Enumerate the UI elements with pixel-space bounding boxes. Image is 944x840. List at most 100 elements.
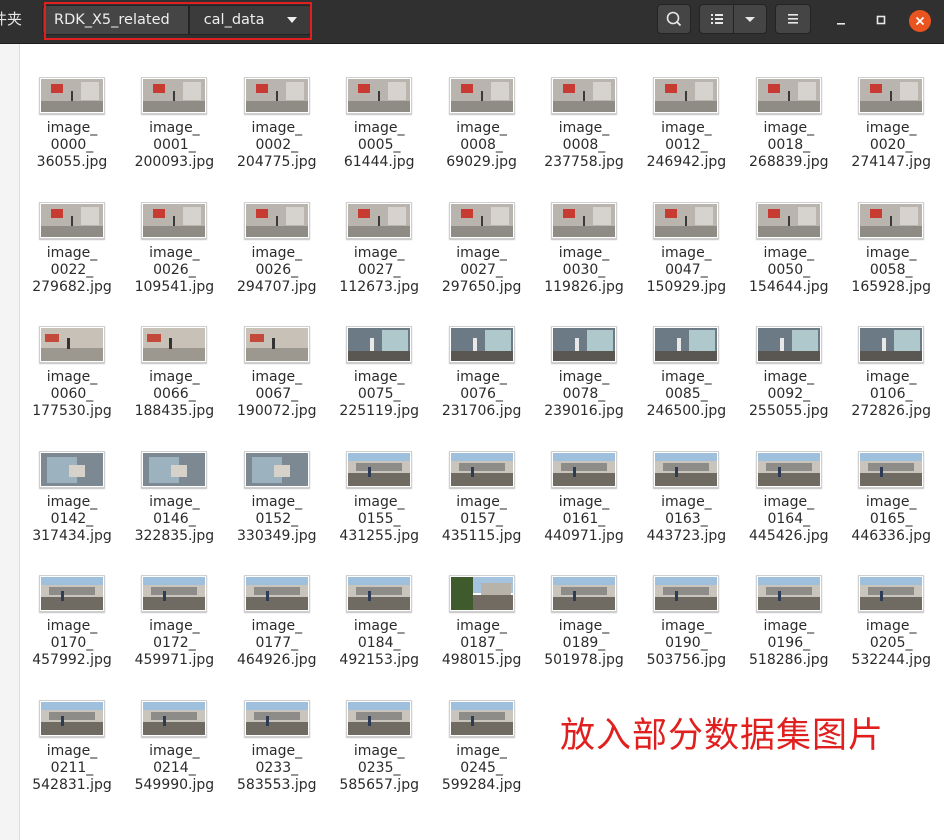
file-thumbnail xyxy=(858,77,925,114)
file-thumbnail xyxy=(448,77,515,114)
list-view-button[interactable] xyxy=(700,5,733,33)
file-item[interactable]: image_ 0142_ 317434.jpg xyxy=(28,450,116,545)
file-name: image_ 0157_ 435115.jpg xyxy=(441,493,522,544)
file-item[interactable]: image_ 0001_ 200093.jpg xyxy=(130,77,218,171)
file-name: image_ 0152_ 330349.jpg xyxy=(237,493,317,544)
hamburger-menu-icon xyxy=(788,14,798,24)
file-name: image_ 0050_ 154644.jpg xyxy=(749,244,829,295)
file-thumbnail xyxy=(39,575,105,612)
main-menu-button[interactable] xyxy=(775,4,811,34)
file-name: image_ 0187_ 498015.jpg xyxy=(441,618,522,668)
file-item[interactable]: image_ 0205_ 532244.jpg xyxy=(847,575,935,669)
file-name: image_ 0155_ 431255.jpg xyxy=(339,493,419,544)
file-item[interactable]: image_ 0058_ 165928.jpg xyxy=(847,201,935,296)
file-item[interactable]: image_ 0078_ 239016.jpg xyxy=(540,326,628,420)
file-item[interactable]: image_ 0235_ 585657.jpg xyxy=(335,699,423,794)
file-thumbnail xyxy=(346,450,413,488)
file-item[interactable]: image_ 0075_ 225119.jpg xyxy=(335,326,423,420)
file-item[interactable]: image_ 0020_ 274147.jpg xyxy=(847,77,935,171)
close-button[interactable] xyxy=(909,10,931,32)
file-item[interactable]: image_ 0211_ 542831.jpg xyxy=(28,699,116,794)
file-name: image_ 0075_ 225119.jpg xyxy=(339,369,419,419)
file-name: image_ 0190_ 503756.jpg xyxy=(646,618,727,668)
file-thumbnail xyxy=(141,326,208,363)
file-item[interactable]: image_ 0164_ 445426.jpg xyxy=(745,450,833,545)
file-name: image_ 0106_ 272826.jpg xyxy=(851,369,931,419)
file-item[interactable]: image_ 0189_ 501978.jpg xyxy=(540,575,628,669)
file-item[interactable]: image_ 0190_ 503756.jpg xyxy=(642,575,730,669)
file-name: image_ 0211_ 542831.jpg xyxy=(32,742,112,793)
file-item[interactable]: image_ 0027_ 112673.jpg xyxy=(335,201,423,296)
file-thumbnail xyxy=(551,575,617,612)
file-thumbnail xyxy=(858,326,925,363)
file-thumbnail xyxy=(243,699,310,737)
file-item[interactable]: image_ 0245_ 599284.jpg xyxy=(438,699,526,794)
file-item[interactable]: image_ 0060_ 177530.jpg xyxy=(28,326,116,420)
file-thumbnail xyxy=(346,575,413,612)
file-item[interactable]: image_ 0000_ 36055.jpg xyxy=(28,77,116,171)
file-item[interactable]: image_ 0146_ 322835.jpg xyxy=(130,450,218,545)
file-name: image_ 0058_ 165928.jpg xyxy=(851,244,931,295)
file-item[interactable]: image_ 0106_ 272826.jpg xyxy=(847,326,935,420)
file-item[interactable]: image_ 0008_ 69029.jpg xyxy=(438,77,526,171)
file-item[interactable]: image_ 0155_ 431255.jpg xyxy=(335,450,423,545)
file-name: image_ 0076_ 231706.jpg xyxy=(441,369,522,419)
file-item[interactable]: image_ 0196_ 518286.jpg xyxy=(745,575,833,669)
file-thumbnail xyxy=(346,699,413,737)
file-item[interactable]: image_ 0152_ 330349.jpg xyxy=(233,450,321,545)
file-item[interactable]: image_ 0005_ 61444.jpg xyxy=(335,77,423,171)
file-item[interactable]: image_ 0047_ 150929.jpg xyxy=(642,201,730,296)
file-item[interactable]: image_ 0233_ 583553.jpg xyxy=(233,699,321,794)
file-item[interactable]: image_ 0187_ 498015.jpg xyxy=(438,575,526,669)
file-name: image_ 0001_ 200093.jpg xyxy=(134,120,215,170)
file-item[interactable]: image_ 0018_ 268839.jpg xyxy=(745,77,833,171)
file-thumbnail xyxy=(448,326,515,363)
file-thumbnail xyxy=(39,201,105,239)
file-thumbnail xyxy=(653,201,720,239)
file-item[interactable]: image_ 0184_ 492153.jpg xyxy=(335,575,423,669)
file-item[interactable]: image_ 0067_ 190072.jpg xyxy=(233,326,321,420)
file-thumbnail xyxy=(346,326,413,363)
file-name: image_ 0235_ 585657.jpg xyxy=(339,742,419,793)
view-options-button[interactable] xyxy=(733,5,767,33)
file-item[interactable]: image_ 0163_ 443723.jpg xyxy=(642,450,730,545)
file-item[interactable]: image_ 0050_ 154644.jpg xyxy=(745,201,833,296)
sidebar-edge xyxy=(0,44,20,840)
file-thumbnail xyxy=(39,450,105,488)
file-thumbnail xyxy=(243,575,310,612)
file-item[interactable]: image_ 0157_ 435115.jpg xyxy=(438,450,526,545)
file-item[interactable]: image_ 0012_ 246942.jpg xyxy=(642,77,730,171)
file-item[interactable]: image_ 0177_ 464926.jpg xyxy=(233,575,321,669)
chevron-down-icon xyxy=(745,17,755,22)
file-name: image_ 0177_ 464926.jpg xyxy=(237,618,317,668)
file-item[interactable]: image_ 0076_ 231706.jpg xyxy=(438,326,526,420)
file-name: image_ 0008_ 237758.jpg xyxy=(544,120,624,170)
file-item[interactable]: image_ 0085_ 246500.jpg xyxy=(642,326,730,420)
minimize-button[interactable] xyxy=(830,10,852,32)
file-item[interactable]: image_ 0026_ 294707.jpg xyxy=(233,201,321,296)
file-item[interactable]: image_ 0170_ 457992.jpg xyxy=(28,575,116,669)
sidebar-stub-label[interactable]: 件夹 xyxy=(0,0,30,40)
file-item[interactable]: image_ 0027_ 297650.jpg xyxy=(438,201,526,296)
file-item[interactable]: image_ 0022_ 279682.jpg xyxy=(28,201,116,296)
file-thumbnail xyxy=(346,77,413,114)
file-item[interactable]: image_ 0092_ 255055.jpg xyxy=(745,326,833,420)
file-name: image_ 0047_ 150929.jpg xyxy=(646,244,727,295)
maximize-button[interactable] xyxy=(870,10,892,32)
file-item[interactable]: image_ 0161_ 440971.jpg xyxy=(540,450,628,545)
file-item[interactable]: image_ 0002_ 204775.jpg xyxy=(233,77,321,171)
file-item[interactable]: image_ 0214_ 549990.jpg xyxy=(130,699,218,794)
search-button[interactable] xyxy=(657,4,691,34)
file-name: image_ 0002_ 204775.jpg xyxy=(237,120,317,170)
file-item[interactable]: image_ 0165_ 446336.jpg xyxy=(847,450,935,545)
file-name: image_ 0196_ 518286.jpg xyxy=(749,618,829,668)
file-item[interactable]: image_ 0172_ 459971.jpg xyxy=(130,575,218,669)
file-name: image_ 0142_ 317434.jpg xyxy=(32,493,112,544)
file-item[interactable]: image_ 0066_ 188435.jpg xyxy=(130,326,218,420)
file-thumbnail xyxy=(551,450,617,488)
file-thumbnail xyxy=(141,77,208,114)
file-item[interactable]: image_ 0008_ 237758.jpg xyxy=(540,77,628,171)
file-item[interactable]: image_ 0026_ 109541.jpg xyxy=(130,201,218,296)
file-thumbnail xyxy=(448,699,515,737)
file-item[interactable]: image_ 0030_ 119826.jpg xyxy=(540,201,628,296)
